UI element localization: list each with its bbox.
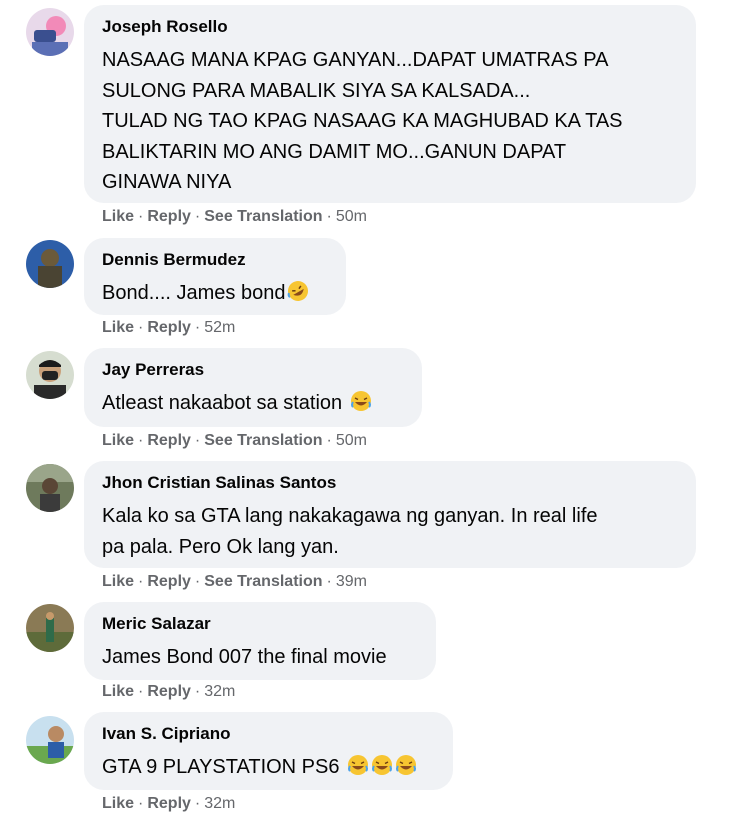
comment-text: Kala ko sa GTA lang nakakagawa ng ganyan… bbox=[102, 505, 598, 558]
reply-link[interactable]: Reply bbox=[147, 795, 191, 812]
comment-bubble: Jay Perreras Atleast nakaabot sa station bbox=[84, 348, 422, 427]
see-translation-link[interactable]: See Translation bbox=[204, 208, 322, 225]
joy-emoji-icon bbox=[347, 754, 369, 776]
avatar[interactable] bbox=[26, 240, 74, 288]
reply-link[interactable]: Reply bbox=[147, 319, 191, 336]
joy-emoji-icon bbox=[395, 754, 417, 776]
timestamp[interactable]: 39m bbox=[336, 573, 367, 590]
like-link[interactable]: Like bbox=[102, 432, 134, 449]
timestamp[interactable]: 32m bbox=[204, 683, 235, 700]
comment-bubble: Meric Salazar James Bond 007 the final m… bbox=[84, 602, 436, 680]
reply-link[interactable]: Reply bbox=[147, 573, 191, 590]
comment-bubble: Ivan S. Cipriano GTA 9 PLAYSTATION PS6 bbox=[84, 712, 453, 790]
comment-actions: Like · Reply · See Translation · 39m bbox=[102, 573, 367, 590]
author-name[interactable]: Joseph Rosello bbox=[102, 17, 228, 37]
author-name[interactable]: Dennis Bermudez bbox=[102, 250, 246, 270]
comment-actions: Like · Reply · 32m bbox=[102, 683, 236, 700]
timestamp[interactable]: 32m bbox=[204, 795, 235, 812]
joy-emoji-icon bbox=[350, 390, 372, 412]
rofl-emoji-icon bbox=[287, 280, 309, 302]
like-link[interactable]: Like bbox=[102, 573, 134, 590]
comment-text: GTA 9 PLAYSTATION PS6 bbox=[102, 752, 439, 783]
comment-text: Bond.... James bond bbox=[102, 278, 332, 309]
comment-actions: Like · Reply · 32m bbox=[102, 795, 236, 812]
see-translation-link[interactable]: See Translation bbox=[204, 573, 322, 590]
author-name[interactable]: Ivan S. Cipriano bbox=[102, 724, 230, 744]
like-link[interactable]: Like bbox=[102, 795, 134, 812]
comment-actions: Like · Reply · 52m bbox=[102, 319, 236, 336]
avatar[interactable] bbox=[26, 351, 74, 399]
joy-emoji-icon bbox=[371, 754, 393, 776]
timestamp[interactable]: 50m bbox=[336, 208, 367, 225]
comment-text: Atleast nakaabot sa station bbox=[102, 388, 408, 419]
see-translation-link[interactable]: See Translation bbox=[204, 432, 322, 449]
like-link[interactable]: Like bbox=[102, 208, 134, 225]
avatar[interactable] bbox=[26, 8, 74, 56]
reply-link[interactable]: Reply bbox=[147, 208, 191, 225]
comment-bubble: Joseph Rosello NASAAG MANA KPAG GANYAN..… bbox=[84, 5, 696, 203]
avatar[interactable] bbox=[26, 716, 74, 764]
comment-text: NASAAG MANA KPAG GANYAN...DAPAT UMATRAS … bbox=[102, 49, 623, 193]
comment-bubble: Dennis Bermudez Bond.... James bond bbox=[84, 238, 346, 315]
like-link[interactable]: Like bbox=[102, 319, 134, 336]
like-link[interactable]: Like bbox=[102, 683, 134, 700]
comment-bubble: Jhon Cristian Salinas Santos Kala ko sa … bbox=[84, 461, 696, 568]
author-name[interactable]: Jhon Cristian Salinas Santos bbox=[102, 473, 336, 493]
comment-text: James Bond 007 the final movie bbox=[102, 646, 387, 668]
comment-actions: Like · Reply · See Translation · 50m bbox=[102, 432, 367, 449]
comment-actions: Like · Reply · See Translation · 50m bbox=[102, 208, 367, 225]
timestamp[interactable]: 52m bbox=[204, 319, 235, 336]
avatar[interactable] bbox=[26, 604, 74, 652]
reply-link[interactable]: Reply bbox=[147, 432, 191, 449]
reply-link[interactable]: Reply bbox=[147, 683, 191, 700]
avatar[interactable] bbox=[26, 464, 74, 512]
timestamp[interactable]: 50m bbox=[336, 432, 367, 449]
author-name[interactable]: Jay Perreras bbox=[102, 360, 204, 380]
author-name[interactable]: Meric Salazar bbox=[102, 614, 211, 634]
